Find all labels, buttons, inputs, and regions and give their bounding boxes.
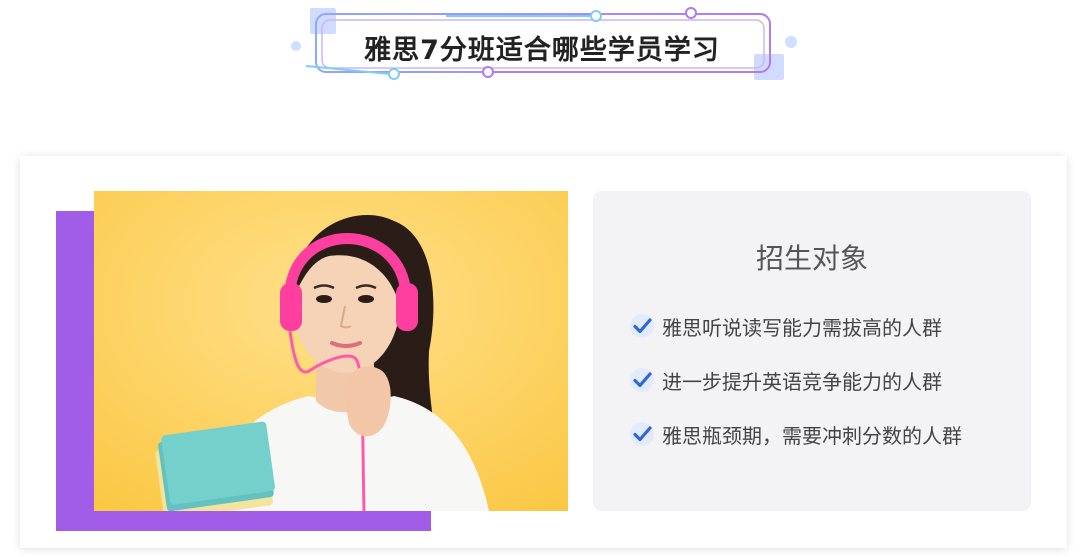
check-icon xyxy=(630,368,654,392)
section-title: 雅思7分班适合哪些学员学习 xyxy=(364,34,720,66)
panel-title: 招生对象 xyxy=(755,242,868,275)
check-icon xyxy=(630,422,654,446)
student-with-headphones-illustration xyxy=(94,191,568,511)
target-item-label: 雅思听说读写能力需拔高的人群 xyxy=(662,315,942,340)
target-item: 雅思瓶颈期，需要冲刺分数的人群 xyxy=(629,419,962,449)
enrollment-card: 招生对象 雅思听说读写能力需拔高的人群 进一步提升英语竞争能力的人群 雅思瓶颈期… xyxy=(20,156,1067,548)
target-item: 雅思听说读写能力需拔高的人群 xyxy=(629,311,942,341)
check-icon xyxy=(630,314,654,338)
section-title-banner: 雅思7分班适合哪些学员学习 xyxy=(286,4,800,84)
target-item-label: 进一步提升英语竞争能力的人群 xyxy=(662,369,942,394)
target-item-label: 雅思瓶颈期，需要冲刺分数的人群 xyxy=(662,423,962,448)
enrollment-target-panel: 招生对象 雅思听说读写能力需拔高的人群 进一步提升英语竞争能力的人群 雅思瓶颈期… xyxy=(593,191,1031,511)
target-item: 进一步提升英语竞争能力的人群 xyxy=(629,365,942,395)
student-photo xyxy=(94,191,568,511)
